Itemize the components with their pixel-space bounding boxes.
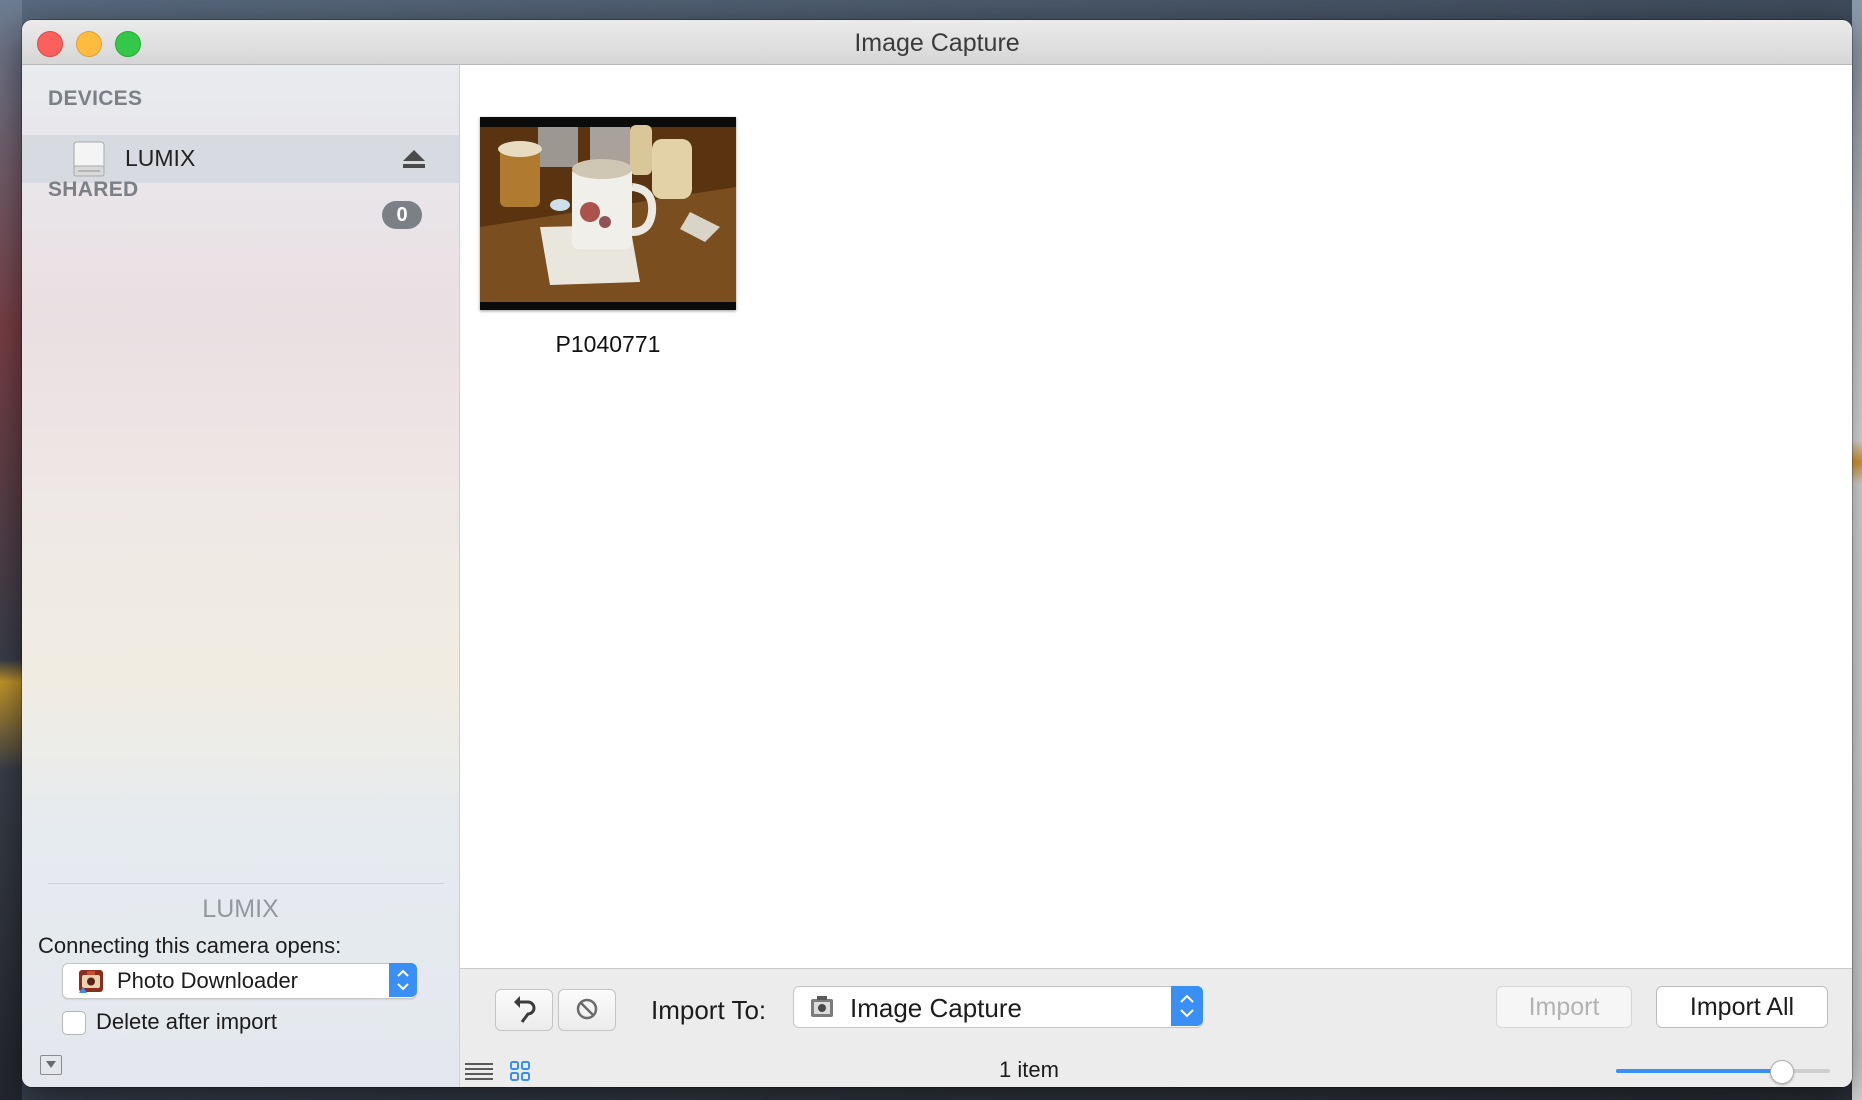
selected-device-name: LUMIX <box>202 895 279 923</box>
sidebar-item-lumix[interactable]: LUMIX <box>22 135 459 183</box>
eject-icon[interactable] <box>402 149 426 169</box>
image-capture-app-icon <box>811 996 833 1017</box>
image-browser: P1040771 <box>460 65 1852 968</box>
devices-heading: DEVICES <box>48 87 143 110</box>
select-arrows-icon <box>389 963 417 997</box>
rotate-left-button[interactable] <box>495 989 553 1031</box>
camera-opens-select[interactable]: Photo Downloader <box>62 963 417 999</box>
camera-opens-value: Photo Downloader <box>117 968 299 993</box>
import-to-value: Image Capture <box>850 993 1022 1023</box>
camera-opens-label: Connecting this camera opens: <box>38 933 342 958</box>
delete-after-import-label: Delete after import <box>96 1009 277 1034</box>
window-title: Image Capture <box>854 29 1020 57</box>
drive-icon <box>73 141 105 177</box>
import-all-button[interactable]: Import All <box>1656 986 1828 1028</box>
bottom-toolbar: Import To: Image Capture Import Import A… <box>460 968 1852 1087</box>
item-count: 1 item <box>999 1057 1059 1082</box>
desktop-background-left <box>0 0 22 1100</box>
import-to-label: Import To: <box>651 995 767 1025</box>
photo-filename: P1040771 <box>555 331 661 357</box>
title-bar: Image Capture <box>22 20 1852 65</box>
image-capture-window: Image Capture DEVICES LUMIX SHARED 0 LUM… <box>22 20 1852 1087</box>
select-arrows-icon <box>1171 986 1203 1026</box>
thumbnail-size-slider[interactable] <box>1616 1060 1830 1084</box>
sidebar-divider <box>48 883 444 884</box>
rotate-left-icon <box>514 996 536 1023</box>
delete-button[interactable] <box>558 989 616 1031</box>
import-to-select[interactable]: Image Capture <box>793 986 1203 1028</box>
disclosure-triangle-icon[interactable] <box>40 1055 62 1075</box>
shared-heading: SHARED <box>48 178 139 201</box>
device-name: LUMIX <box>125 145 196 171</box>
desktop-background-right <box>1852 0 1862 1100</box>
photo-downloader-icon <box>79 970 103 993</box>
slider-fill <box>1616 1069 1781 1073</box>
sidebar: DEVICES LUMIX SHARED 0 LUMIX Connecting … <box>22 65 460 1087</box>
import-button[interactable]: Import <box>1496 986 1632 1028</box>
slider-knob[interactable] <box>1769 1060 1794 1084</box>
photo-thumbnail[interactable] <box>480 117 736 310</box>
no-entry-icon <box>576 998 598 1020</box>
delete-after-import-checkbox[interactable] <box>62 1011 86 1035</box>
shared-count-badge: 0 <box>382 201 422 229</box>
